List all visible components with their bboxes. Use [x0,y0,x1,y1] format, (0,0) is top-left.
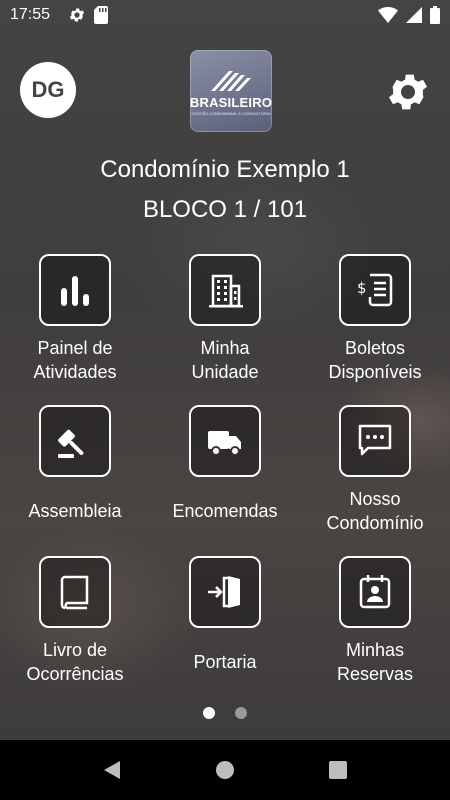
chat-icon [358,424,392,456]
status-time: 17:55 [10,6,51,23]
bar-chart-icon [61,276,89,306]
tile-boletos[interactable]: $ [339,254,411,326]
condominium-name: Condomínio Exemplo 1 [100,156,350,183]
menu-encomendas[interactable]: Encomendas [150,405,300,523]
tile-encomendas[interactable] [189,405,261,477]
menu-label: Painel de Atividades [33,338,117,382]
status-bar: 17:55 [0,0,450,30]
tile-nosso-condominio[interactable] [339,405,411,477]
menu-label: Minhas Reservas [336,640,414,684]
building-icon [209,274,243,308]
logo-tagline: GESTÃO CONDOMINIAL E CONSULTORIA [191,110,271,116]
settings-icon [69,8,85,22]
page-dot-active[interactable] [203,707,215,719]
avatar[interactable]: DG [20,62,76,118]
tile-painel[interactable] [39,254,111,326]
logo-mark-icon [211,70,251,91]
calendar-person-icon [359,575,391,609]
wifi-icon [378,7,398,23]
settings-button[interactable] [384,68,432,116]
menu-assembleia[interactable]: Assembleia [0,405,150,523]
menu-label: Boletos Disponíveis [328,338,422,382]
system-nav-bar [0,740,450,800]
svg-text:$: $ [357,279,367,297]
menu-minhas-reservas[interactable]: Minhas Reservas [300,556,450,686]
page-indicator [0,707,450,719]
truck-icon [208,431,241,456]
book-icon [60,575,89,610]
menu-label: Assembleia [28,501,122,521]
menu-label: Livro de Ocorrências [26,640,124,684]
gear-icon [389,74,427,110]
page-dot[interactable] [235,707,247,719]
tile-portaria[interactable] [189,556,261,628]
unit-label: BLOCO 1 / 101 [142,196,308,223]
recents-icon[interactable] [328,760,348,780]
avatar-initials: DG [31,77,65,102]
menu-label: Minha Unidade [191,338,259,382]
menu-livro-ocorrencias[interactable]: Livro de Ocorrências [0,556,150,686]
tile-assembleia[interactable] [39,405,111,477]
invoice-icon: $ [357,273,393,307]
menu-label: Portaria [193,652,257,672]
tile-livro[interactable] [39,556,111,628]
signal-icon [406,7,422,23]
company-logo: BRASILEIRO GESTÃO CONDOMINIAL E CONSULTO… [190,50,272,132]
menu-boletos[interactable]: $ Boletos Disponíveis [300,254,450,384]
back-icon[interactable] [102,760,122,780]
sd-card-icon [94,6,108,24]
door-enter-icon [208,576,240,608]
tile-unidade[interactable] [189,254,261,326]
menu-label: Nosso Condomínio [326,489,424,533]
tile-reservas[interactable] [339,556,411,628]
menu-portaria[interactable]: Portaria [150,556,300,674]
gavel-icon [58,429,84,458]
menu-label: Encomendas [172,501,278,521]
menu-painel-atividades[interactable]: Painel de Atividades [0,254,150,384]
menu-minha-unidade[interactable]: Minha Unidade [150,254,300,384]
menu-nosso-condominio[interactable]: Nosso Condomínio [300,405,450,535]
home-icon[interactable] [215,760,235,780]
logo-brand: BRASILEIRO [189,94,273,110]
battery-icon [430,6,440,24]
